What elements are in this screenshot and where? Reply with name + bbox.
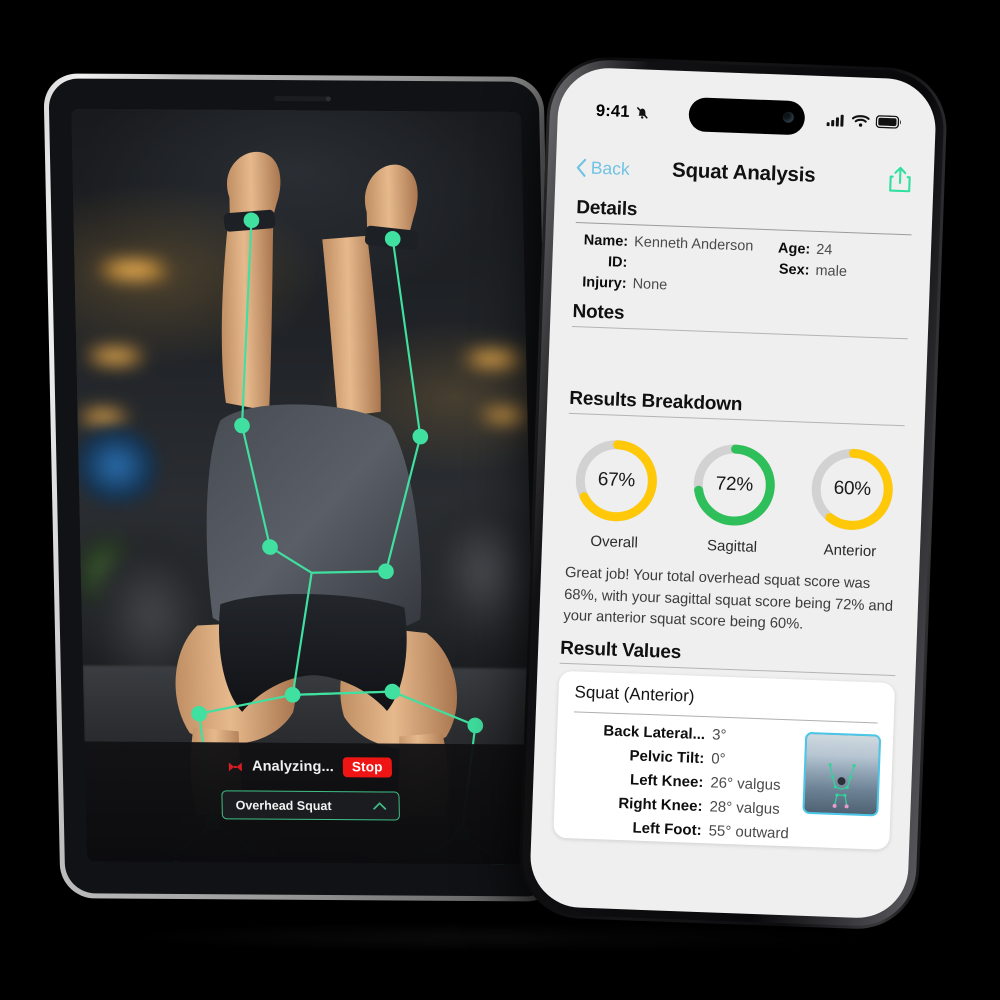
exercise-select-wrap: Overhead Squat <box>85 789 536 821</box>
detail-key: Name: <box>583 232 629 250</box>
status-time-group: 9:41 <box>596 101 650 122</box>
results-breakdown-heading: Results Breakdown <box>568 387 743 416</box>
share-icon <box>889 166 911 192</box>
result-key: Left Foot: <box>632 819 702 839</box>
tablet-control-bar: Analyzing... Stop Overhead Squat <box>84 741 537 865</box>
back-button[interactable]: Back <box>575 157 670 181</box>
status-time: 9:41 <box>595 101 631 121</box>
wifi-icon <box>851 114 870 127</box>
phone-device: 9:41 Back Squat Analysis Details Name: K… <box>517 54 949 932</box>
tablet-device: Analyzing... Stop Overhead Squat <box>43 73 561 902</box>
phone-screen: 9:41 Back Squat Analysis Details Name: K… <box>528 66 938 920</box>
detail-value <box>633 253 634 274</box>
signal-bars-icon <box>826 114 844 127</box>
summary-text: Great job! Your total overhead squat sco… <box>563 564 894 633</box>
detail-value: 24 <box>815 241 833 259</box>
result-value: 0° <box>710 749 726 768</box>
thumbnail-pose-figure <box>828 763 856 809</box>
detail-key: Injury: <box>582 274 627 292</box>
result-value: 26° valgus <box>710 773 781 794</box>
analyzing-status-row: Analyzing... Stop <box>84 741 535 778</box>
battery-icon <box>875 114 901 129</box>
status-icons <box>826 113 902 129</box>
notes-body[interactable] <box>570 334 907 392</box>
chevron-left-icon <box>576 158 587 177</box>
exercise-select[interactable]: Overhead Squat <box>221 790 400 821</box>
detail-row-sex: Sex: male <box>775 259 910 285</box>
result-values-card[interactable]: Squat (Anterior) Back Lateral... 3° Pelv… <box>553 670 896 850</box>
tablet-camera <box>273 95 330 102</box>
gauge-label: Anterior <box>823 541 877 561</box>
exercise-select-value: Overhead Squat <box>235 797 332 813</box>
gauge-ring: 67% <box>571 435 662 526</box>
tablet-screen: Analyzing... Stop Overhead Squat <box>71 108 537 865</box>
gauge-anterior: 60% Anterior <box>806 444 898 561</box>
details-left-column: Name: Kenneth Anderson ID: Injury: None <box>573 230 766 300</box>
bell-slash-icon <box>636 106 648 119</box>
analyzing-label: Analyzing... <box>251 758 335 776</box>
back-label: Back <box>590 157 631 179</box>
gauge-value: 60% <box>833 477 872 501</box>
share-button[interactable] <box>817 162 912 192</box>
result-value: 3° <box>711 725 727 744</box>
details-right-column: Age: 24 Sex: male <box>774 237 911 305</box>
detail-key: Age: <box>777 240 811 258</box>
result-values-heading: Result Values <box>559 637 682 663</box>
result-value: 55° outward <box>708 821 790 842</box>
gauge-sagittal: 72% Sagittal <box>688 439 780 556</box>
chevron-up-icon <box>373 802 387 810</box>
stop-button[interactable]: Stop <box>342 757 392 778</box>
dynamic-island <box>688 97 806 136</box>
details-grid: Name: Kenneth Anderson ID: Injury: None <box>573 230 911 305</box>
gauge-ring: 72% <box>689 439 780 530</box>
gauge-value: 72% <box>715 473 754 496</box>
detail-value: Kenneth Anderson <box>633 234 754 255</box>
gauge-value: 67% <box>597 469 636 492</box>
scroll-content[interactable]: Details Name: Kenneth Anderson ID: Injur… <box>529 188 933 919</box>
analyzing-icon <box>228 761 243 771</box>
tablet-bezel: Analyzing... Stop Overhead Squat <box>48 78 556 897</box>
page-title: Squat Analysis <box>671 158 816 187</box>
pose-thumbnail[interactable] <box>802 731 882 817</box>
gauge-label: Overall <box>590 532 639 552</box>
result-value: 28° valgus <box>709 797 780 818</box>
gauge-label: Sagittal <box>706 537 758 556</box>
detail-value: male <box>815 262 848 281</box>
scene: Analyzing... Stop Overhead Squat 9:41 Ba… <box>0 0 1000 1000</box>
gauge-ring: 60% <box>807 444 898 535</box>
details-heading: Details <box>575 197 638 221</box>
notes-heading: Notes <box>572 301 625 324</box>
detail-key: Sex: <box>778 261 810 279</box>
detail-value: None <box>632 276 668 294</box>
gauges-row: 67% Overall 72% Sagittal 60% Anterior <box>564 421 905 563</box>
gauge-overall: 67% Overall <box>570 435 662 552</box>
detail-key: ID: <box>607 254 628 271</box>
